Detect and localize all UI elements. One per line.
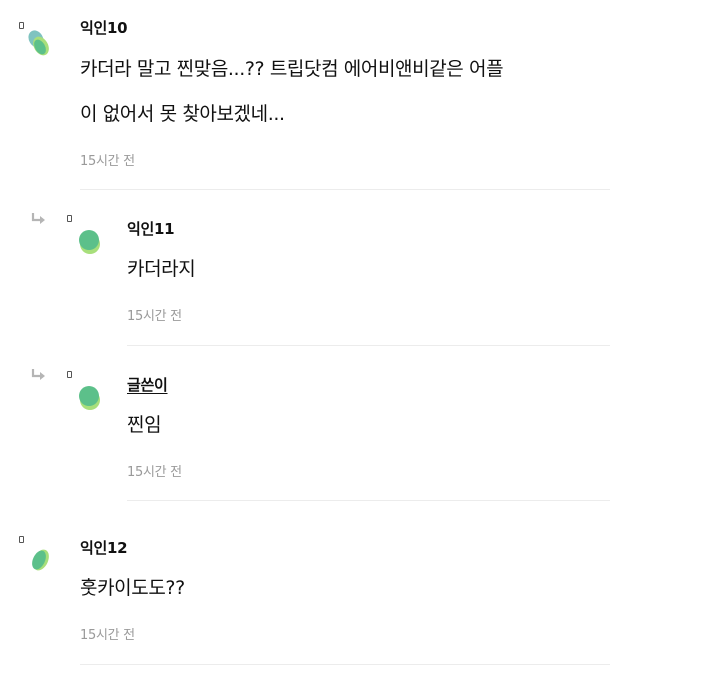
comment-author[interactable]: 익인11 (127, 218, 175, 239)
comment-timestamp: 15시간 전 (80, 628, 135, 643)
comment-text-line: 찐임 (127, 414, 162, 436)
box-marker-icon (67, 215, 72, 222)
comment-text-line: 카더라 말고 찐맞음...?? 트립닷컴 에어비앤비같은 어플 (80, 58, 504, 80)
comment-author[interactable]: 익인10 (80, 17, 128, 38)
box-marker-icon (19, 536, 24, 543)
reply-item: 익인11 카더라지 15시간 전 (0, 190, 727, 346)
comment-timestamp: 15시간 전 (80, 154, 135, 169)
comment-text-line: 카더라지 (127, 258, 196, 280)
box-marker-icon (67, 371, 72, 378)
comment-text-line: 훗카이도도?? (80, 577, 185, 599)
comment-item: 익인12 훗카이도도?? 15시간 전 (0, 501, 727, 675)
comment-divider (80, 664, 610, 665)
box-marker-icon (19, 22, 24, 29)
comment-author[interactable]: 익인12 (80, 537, 128, 558)
comment-item: 익인10 카더라 말고 찐맞음...?? 트립닷컴 에어비앤비같은 어플 이 없… (0, 0, 727, 190)
comment-author-op[interactable]: 글쓴이 (127, 374, 168, 395)
reply-arrow-icon (31, 213, 45, 224)
reply-arrow-icon (31, 369, 45, 380)
reply-item: 글쓴이 찐임 15시간 전 (0, 346, 727, 501)
avatar-icon[interactable] (27, 545, 53, 577)
comment-timestamp: 15시간 전 (127, 465, 182, 480)
avatar-icon[interactable] (77, 382, 103, 414)
comment-text-line: 이 없어서 못 찾아보겠네... (80, 103, 285, 125)
comment-timestamp: 15시간 전 (127, 309, 182, 324)
avatar-icon[interactable] (77, 226, 103, 258)
avatar-icon[interactable] (26, 28, 52, 60)
